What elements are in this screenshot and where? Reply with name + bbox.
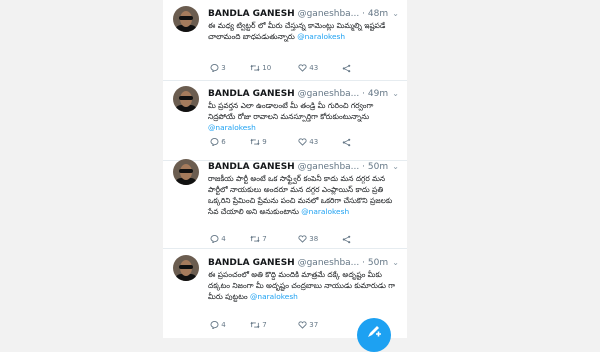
mention-link[interactable]: @naralokesh	[297, 32, 345, 41]
tweet[interactable]: BANDLA GANESH @ganeshba... · 48m ⌄ ఈ మధ్…	[163, 0, 407, 81]
tweet-header: BANDLA GANESH @ganeshba... · 50m ⌄	[208, 256, 401, 270]
retweet-button[interactable]: 9	[250, 138, 267, 146]
mention-link[interactable]: @naralokesh	[301, 207, 349, 216]
tweet-text: రాజకీయ పార్టీ అంటే ఒక సాఫ్ట్వేర్ కంపెనీ …	[208, 173, 400, 217]
tweet-time[interactable]: 48m	[368, 9, 388, 19]
reply-icon	[210, 138, 219, 147]
reply-icon	[210, 235, 219, 244]
mention-link[interactable]: @naralokesh	[208, 123, 256, 132]
reply-count: 4	[221, 235, 226, 243]
reply-button[interactable]: 4	[210, 321, 226, 330]
like-count: 43	[309, 64, 319, 72]
retweet-button[interactable]: 7	[250, 235, 267, 243]
share-icon	[342, 235, 351, 244]
heart-icon	[298, 138, 307, 146]
avatar[interactable]	[173, 255, 199, 281]
chevron-down-icon[interactable]: ⌄	[392, 256, 399, 270]
compose-tweet-icon	[368, 326, 381, 337]
avatar[interactable]	[173, 159, 199, 185]
share-button[interactable]	[342, 64, 351, 73]
reply-icon	[210, 321, 219, 330]
display-name[interactable]: BANDLA GANESH	[208, 162, 295, 172]
user-handle[interactable]: @ganeshba...	[298, 258, 360, 268]
retweet-icon	[250, 64, 260, 72]
retweet-icon	[250, 321, 260, 329]
tweet-header: BANDLA GANESH @ganeshba... · 49m ⌄	[208, 87, 401, 101]
retweet-icon	[250, 138, 260, 146]
chevron-down-icon[interactable]: ⌄	[392, 7, 399, 21]
retweet-button[interactable]: 7	[250, 321, 267, 329]
retweet-button[interactable]: 10	[250, 64, 271, 72]
retweet-icon	[250, 235, 260, 243]
tweet-text: ఈ మధ్య ట్విట్టర్ లో మీరు చేస్తున్న కామెం…	[208, 20, 400, 42]
user-handle[interactable]: @ganeshba...	[298, 9, 360, 19]
share-button[interactable]	[342, 235, 351, 244]
tweet-time[interactable]: 50m	[368, 162, 388, 172]
like-button[interactable]: 43	[298, 138, 318, 146]
timeline: BANDLA GANESH @ganeshba... · 48m ⌄ ఈ మధ్…	[163, 0, 407, 338]
tweet-text: మీ ప్రవర్తన ఎలా ఉండాలంటే మీ తండ్రి మీ గు…	[208, 100, 400, 133]
tweet-body: మీ ప్రవర్తన ఎలా ఉండాలంటే మీ తండ్రి మీ గు…	[208, 101, 376, 121]
tweet-body: ఈ ప్రపంచంలో అతి కొద్ది మందికి మాత్రమే దక…	[208, 270, 398, 301]
tweet-actions: 4 7 38	[210, 235, 351, 245]
tweet-time[interactable]: 50m	[368, 258, 388, 268]
like-count: 38	[309, 235, 319, 243]
tweet[interactable]: BANDLA GANESH @ganeshba... · 49m ⌄ మీ ప్…	[163, 80, 407, 161]
like-button[interactable]: 43	[298, 64, 318, 72]
heart-icon	[298, 321, 307, 329]
like-button[interactable]: 37	[298, 321, 318, 329]
retweet-count: 7	[262, 321, 267, 329]
tweet-text: ఈ ప్రపంచంలో అతి కొద్ది మందికి మాత్రమే దక…	[208, 269, 400, 302]
chevron-down-icon[interactable]: ⌄	[392, 87, 399, 101]
tweet-actions: 3 10 43	[210, 64, 351, 74]
tweet-time[interactable]: 49m	[368, 89, 388, 99]
share-icon	[342, 64, 351, 73]
retweet-count: 9	[262, 138, 267, 146]
heart-icon	[298, 235, 307, 243]
retweet-count: 10	[262, 64, 272, 72]
like-count: 43	[309, 138, 319, 146]
tweet-actions: 6 9 43	[210, 138, 351, 148]
user-handle[interactable]: @ganeshba...	[298, 162, 360, 172]
mention-link[interactable]: @naralokesh	[250, 292, 298, 301]
tweet-header: BANDLA GANESH @ganeshba... · 50m ⌄	[208, 160, 401, 174]
reply-button[interactable]: 3	[210, 64, 226, 73]
tweet-header: BANDLA GANESH @ganeshba... · 48m ⌄	[208, 7, 401, 21]
display-name[interactable]: BANDLA GANESH	[208, 9, 295, 19]
separator-dot: ·	[362, 258, 366, 268]
tweet-actions: 4 7 37	[210, 321, 350, 331]
share-button[interactable]	[342, 138, 351, 147]
share-icon	[342, 138, 351, 147]
retweet-count: 7	[262, 235, 267, 243]
reply-icon	[210, 64, 219, 73]
separator-dot: ·	[362, 9, 366, 19]
reply-count: 6	[221, 138, 226, 146]
tweet[interactable]: BANDLA GANESH @ganeshba... · 50m ⌄ రాజకీ…	[163, 153, 407, 249]
display-name[interactable]: BANDLA GANESH	[208, 89, 295, 99]
chevron-down-icon[interactable]: ⌄	[392, 160, 399, 174]
like-button[interactable]: 38	[298, 235, 318, 243]
reply-count: 3	[221, 64, 226, 72]
avatar[interactable]	[173, 86, 199, 112]
user-handle[interactable]: @ganeshba...	[298, 89, 360, 99]
avatar[interactable]	[173, 6, 199, 32]
like-count: 37	[309, 321, 319, 329]
heart-icon	[298, 64, 307, 72]
separator-dot: ·	[362, 89, 366, 99]
reply-count: 4	[221, 321, 226, 329]
separator-dot: ·	[362, 162, 366, 172]
reply-button[interactable]: 6	[210, 138, 226, 147]
display-name[interactable]: BANDLA GANESH	[208, 258, 295, 268]
reply-button[interactable]: 4	[210, 235, 226, 244]
compose-tweet-button[interactable]	[357, 318, 391, 352]
